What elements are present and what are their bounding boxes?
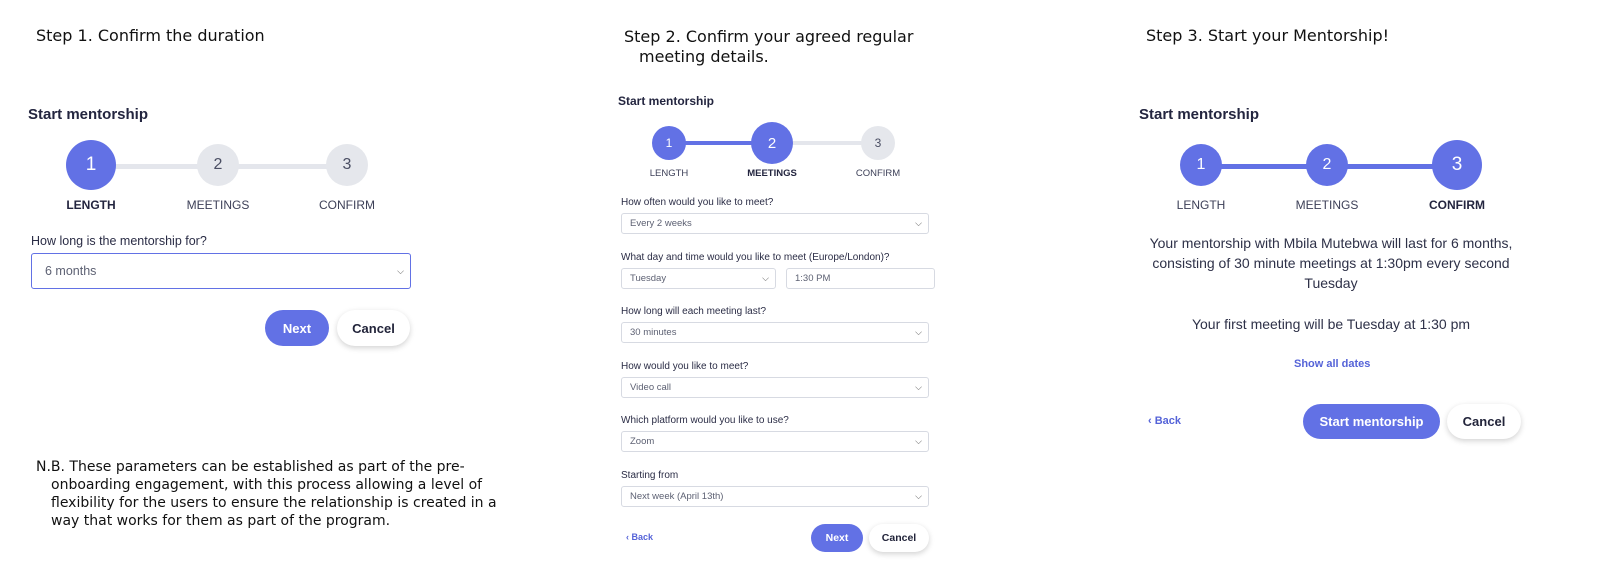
stepper-step-confirm: 3 CONFIRM [306, 144, 388, 212]
back-label: Back [631, 532, 654, 542]
chevron-down-icon: ⌵ [915, 491, 922, 501]
stepper-step-meetings: 2 MEETINGS [1286, 144, 1368, 212]
chevron-left-icon: ‹ [1148, 415, 1152, 427]
progress-stepper: 1 LENGTH 2 MEETINGS 3 CONFIRM [642, 122, 912, 182]
stepper-step-length: 1 LENGTH [642, 126, 696, 179]
step-number: 3 [326, 144, 368, 186]
step-label: CONFIRM [319, 198, 375, 212]
step-label: LENGTH [1176, 198, 1226, 212]
frequency-value: Every 2 weeks [630, 218, 692, 229]
panel-title: Start mentorship [28, 106, 149, 123]
chevron-down-icon: ⌵ [915, 218, 922, 228]
next-button[interactable]: Next [265, 310, 329, 346]
start-date-value: Next week (April 13th) [630, 491, 724, 502]
start-date-select[interactable]: Next week (April 13th) ⌵ [621, 486, 929, 507]
frequency-select[interactable]: Every 2 weeks ⌵ [621, 213, 929, 234]
meeting-length-select[interactable]: 30 minutes ⌵ [621, 322, 929, 343]
back-label: Back [1154, 415, 1182, 427]
chevron-left-icon: ‹ [626, 532, 629, 542]
step-number: 3 [1432, 140, 1482, 190]
step-label: LENGTH [649, 168, 689, 179]
mentorship-summary: Your mentorship with Mbila Mutebwa will … [1149, 235, 1513, 291]
frequency-label: How often would you like to meet? [621, 197, 774, 208]
duration-label: How long is the mentorship for? [31, 234, 207, 248]
step-label: MEETINGS [1295, 198, 1359, 212]
chevron-down-icon: ⌵ [915, 382, 922, 392]
step1-caption: Step 1. Confirm the duration [36, 26, 265, 45]
next-button[interactable]: Next [811, 524, 863, 552]
step-label: MEETINGS [186, 198, 250, 212]
time-input[interactable]: 1:30 PM [786, 268, 935, 289]
step-number: 2 [1306, 144, 1348, 186]
stepper-step-confirm: 3 CONFIRM [1416, 140, 1498, 212]
step-number: 3 [861, 126, 895, 160]
chevron-down-icon: ⌵ [397, 265, 404, 276]
progress-stepper: 1 LENGTH 2 MEETINGS 3 CONFIRM [1160, 140, 1500, 215]
panel-title: Start mentorship [1139, 106, 1260, 123]
time-value: 1:30 PM [795, 273, 831, 284]
stepper-step-length: 1 LENGTH [50, 140, 132, 212]
step-number: 1 [652, 126, 686, 160]
step3-caption: Step 3. Start your Mentorship! [1146, 26, 1390, 45]
duration-select[interactable]: 6 months ⌵ [31, 253, 411, 289]
stepper-step-meetings: 2 MEETINGS [177, 144, 259, 212]
panel-title: Start mentorship [618, 94, 715, 108]
start-mentorship-button[interactable]: Start mentorship [1303, 404, 1440, 439]
cancel-button[interactable]: Cancel [1447, 404, 1521, 439]
progress-stepper: 1 LENGTH 2 MEETINGS 3 CONFIRM [50, 140, 400, 215]
meeting-method-label: How would you like to meet? [621, 361, 749, 372]
show-all-dates-link[interactable]: Show all dates [1294, 358, 1370, 370]
chevron-down-icon: ⌵ [915, 436, 922, 446]
chevron-down-icon: ⌵ [762, 273, 769, 283]
back-link[interactable]: ‹ Back [1148, 415, 1181, 427]
day-select[interactable]: Tuesday ⌵ [621, 268, 776, 289]
stepper-step-confirm: 3 CONFIRM [850, 126, 906, 179]
start-date-label: Starting from [621, 470, 679, 481]
step-number: 1 [66, 140, 116, 190]
day-value: Tuesday [630, 273, 667, 284]
step-number: 2 [751, 122, 793, 164]
daytime-label: What day and time would you like to meet… [621, 252, 890, 263]
note-text: N.B. These parameters can be established… [36, 459, 497, 529]
platform-label: Which platform would you like to use? [621, 415, 789, 426]
step-label: LENGTH [66, 198, 116, 212]
step-number: 1 [1180, 144, 1222, 186]
step-label: CONFIRM [855, 168, 901, 179]
stepper-step-length: 1 LENGTH [1160, 144, 1242, 212]
step-label: CONFIRM [1429, 198, 1485, 212]
platform-value: Zoom [630, 436, 655, 447]
cancel-button[interactable]: Cancel [869, 524, 929, 552]
step2-caption: Step 2. Confirm your agreed regular meet… [624, 27, 914, 66]
platform-select[interactable]: Zoom ⌵ [621, 431, 929, 452]
meeting-method-value: Video call [630, 382, 672, 393]
chevron-down-icon: ⌵ [915, 327, 922, 337]
back-link[interactable]: ‹ Back [626, 532, 653, 542]
stepper-step-meetings: 2 MEETINGS [740, 122, 804, 179]
step-number: 2 [197, 144, 239, 186]
meeting-length-value: 30 minutes [630, 327, 677, 338]
step-label: MEETINGS [747, 168, 797, 179]
cancel-button[interactable]: Cancel [337, 310, 410, 346]
duration-value: 6 months [45, 264, 97, 278]
meeting-method-select[interactable]: Video call ⌵ [621, 377, 929, 398]
meeting-length-label: How long will each meeting last? [621, 306, 767, 317]
first-meeting-text: Your first meeting will be Tuesday at 1:… [1191, 316, 1471, 332]
